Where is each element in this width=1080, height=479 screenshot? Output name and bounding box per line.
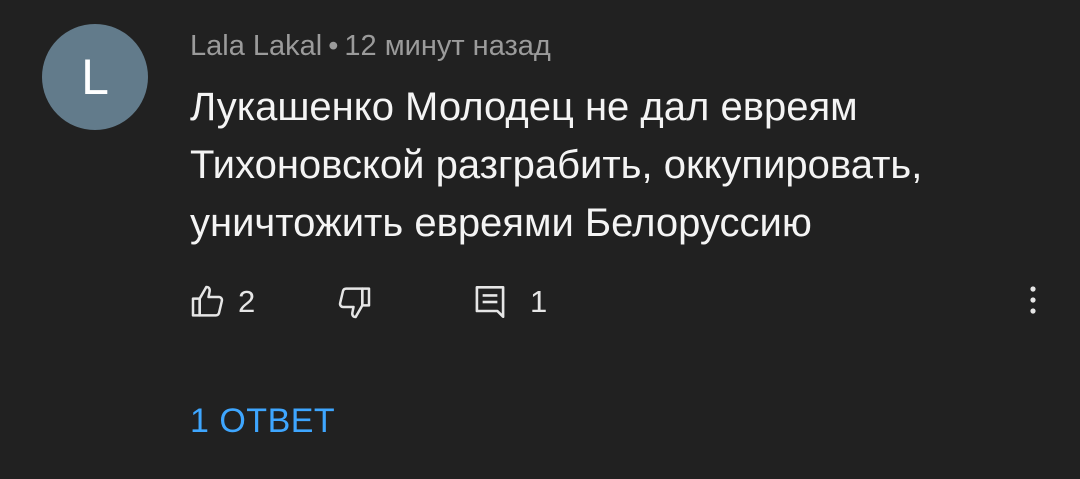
avatar-letter: L xyxy=(81,49,109,105)
view-replies-link[interactable]: 1 ОТВЕТ xyxy=(190,402,335,441)
reply-count: 1 xyxy=(530,284,548,319)
like-button[interactable]: 2 xyxy=(188,280,255,324)
dislike-button[interactable] xyxy=(334,280,374,324)
like-count: 2 xyxy=(238,284,256,319)
comment-icon xyxy=(472,282,508,322)
thumbs-up-icon xyxy=(188,282,228,322)
author-name[interactable]: Lala Lakal xyxy=(190,30,322,62)
comment-text: Лукашенко Молодец не дал евреям Тихоновс… xyxy=(190,85,923,245)
meta-separator: • xyxy=(328,30,339,62)
comment-meta: Lala Lakal • 12 минут назад xyxy=(190,30,551,63)
comment-time: 12 минут назад xyxy=(344,30,551,62)
comment-actions: 2 1 xyxy=(188,280,1048,324)
more-vert-icon xyxy=(1029,285,1037,320)
avatar[interactable]: L xyxy=(42,24,148,130)
more-options-button[interactable] xyxy=(1018,280,1048,324)
thumbs-down-icon xyxy=(334,282,374,322)
reply-button[interactable]: 1 xyxy=(472,280,547,324)
